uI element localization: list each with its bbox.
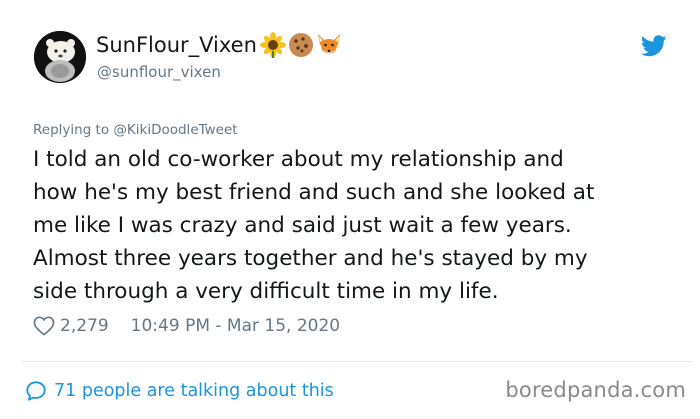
replying-to-handle[interactable]: @KikiDoodleTweet <box>113 122 237 138</box>
cookie-icon <box>288 33 313 57</box>
like-count[interactable]: 2,279 <box>60 316 109 336</box>
twitter-bird-icon[interactable] <box>641 35 667 57</box>
tweet-meta: 2,279 10:49 PM - Mar 15, 2020 <box>33 316 340 336</box>
talking-link[interactable]: 71 people are talking about this <box>25 380 334 402</box>
speech-bubble-icon <box>26 381 46 401</box>
avatar-image <box>34 31 86 83</box>
replying-to-label: Replying to <box>33 122 110 138</box>
display-name[interactable]: SunFlour_Vixen <box>96 33 257 57</box>
heart-icon[interactable] <box>33 316 55 336</box>
divider <box>22 361 692 362</box>
emoji-row <box>259 32 342 58</box>
watermark: boredpanda.com <box>505 378 686 402</box>
username[interactable]: @sunflour_vixen <box>97 63 221 81</box>
fox-icon <box>317 34 340 54</box>
avatar[interactable] <box>34 31 86 83</box>
tweet-text: I told an old co-worker about my relatio… <box>33 147 595 304</box>
timestamp[interactable]: 10:49 PM - Mar 15, 2020 <box>131 316 340 336</box>
sunflower-icon <box>259 32 286 58</box>
talking-label[interactable]: 71 people are talking about this <box>54 381 334 401</box>
replying-to: Replying to @KikiDoodleTweet <box>33 122 238 138</box>
display-name-row[interactable]: SunFlour_Vixen <box>96 32 342 58</box>
tweet-card: SunFlour_Vixen @sunflour_vixen Replying … <box>0 0 700 419</box>
